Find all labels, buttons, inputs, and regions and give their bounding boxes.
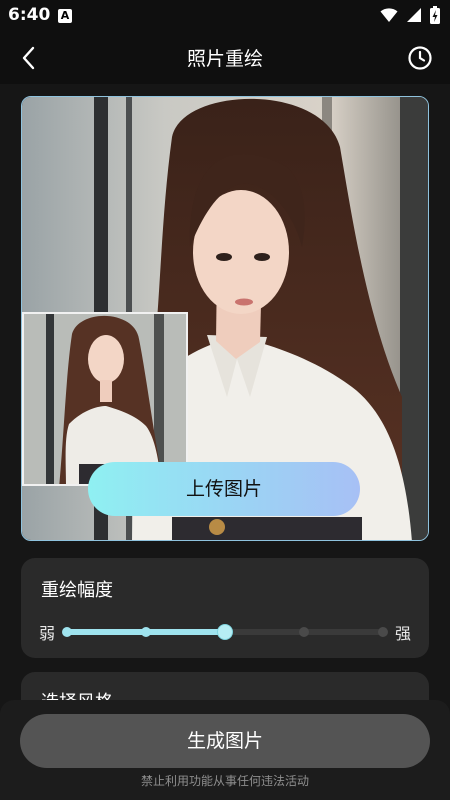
slider-thumb[interactable] [217, 624, 233, 640]
a-badge-icon: A [58, 9, 72, 23]
clock-icon [408, 46, 432, 70]
app-bar: 照片重绘 [0, 32, 450, 84]
status-time: 6:40 [8, 5, 51, 25]
status-bar: 6:40 A [0, 0, 450, 32]
original-thumbnail [22, 312, 188, 486]
battery-charging-icon [430, 6, 440, 24]
redraw-strength-card: 重绘幅度 弱 强 [21, 558, 429, 658]
thumbnail-image [24, 314, 186, 484]
wifi-icon [380, 8, 398, 22]
redraw-strength-slider[interactable] [62, 624, 388, 640]
disclaimer-text: 禁止利用功能从事任何违法活动 [140, 774, 309, 788]
upload-image-button[interactable]: 上传图片 [88, 462, 360, 516]
page-title: 照片重绘 [186, 48, 263, 70]
slider-step-dot[interactable] [141, 627, 151, 637]
slider-step-dot[interactable] [299, 627, 309, 637]
weak-label: 弱 [39, 624, 56, 643]
generate-image-button[interactable]: 生成图片 [20, 714, 430, 768]
slider-step-dot[interactable] [62, 627, 72, 637]
status-icons [380, 6, 440, 24]
history-button[interactable] [404, 42, 436, 74]
slider-step-dot[interactable] [378, 627, 388, 637]
bottom-sheet: 生成图片 禁止利用功能从事任何违法活动 [0, 700, 450, 800]
strong-label: 强 [394, 624, 411, 643]
redraw-strength-title: 重绘幅度 [41, 580, 113, 601]
cellular-signal-icon [407, 8, 421, 22]
